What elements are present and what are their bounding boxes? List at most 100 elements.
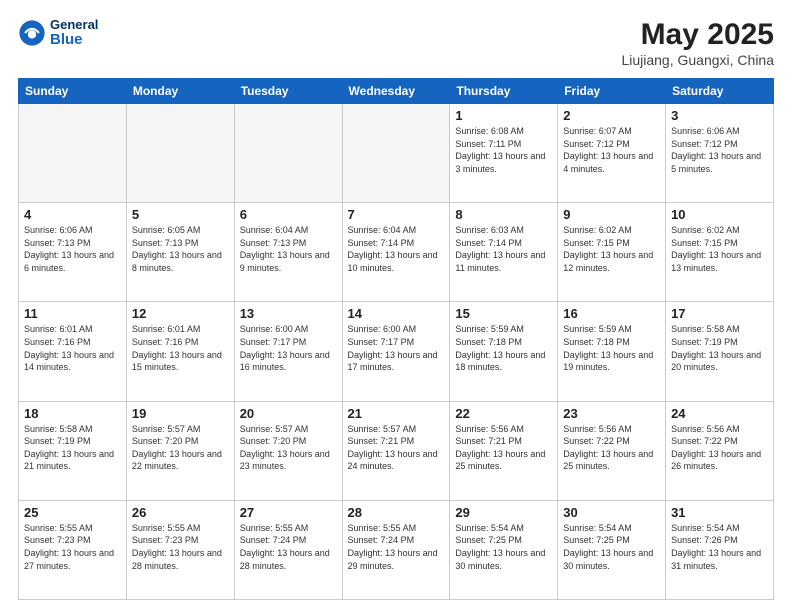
day-info: Sunrise: 6:00 AMSunset: 7:17 PMDaylight:…	[348, 323, 445, 373]
day-number: 31	[671, 505, 768, 520]
calendar-cell-5-3: 27 Sunrise: 5:55 AMSunset: 7:24 PMDayligh…	[234, 500, 342, 599]
calendar-cell-5-1: 25Sunrise: 5:55 AMSunset: 7:23 PMDayligh…	[19, 500, 127, 599]
calendar-cell-2-1: 4Sunrise: 6:06 AMSunset: 7:13 PMDaylight…	[19, 203, 127, 302]
header-monday: Monday	[126, 79, 234, 104]
calendar-cell-3-5: 15 Sunrise: 5:59 AMSunset: 7:18 PMDayligh…	[450, 302, 558, 401]
day-info: Sunrise: 5:57 AMSunset: 7:20 PMDaylight:…	[132, 423, 229, 473]
header-saturday: Saturday	[666, 79, 774, 104]
month-year: May 2025	[621, 18, 774, 52]
header: General Blue May 2025 Liujiang, Guangxi,…	[18, 18, 774, 68]
day-info: Sunrise: 5:56 AMSunset: 7:22 PMDaylight:…	[671, 423, 768, 473]
day-number: 27	[240, 505, 337, 520]
day-info: Sunrise: 5:58 AMSunset: 7:19 PMDaylight:…	[24, 423, 121, 473]
day-info: Sunrise: 5:57 AMSunset: 7:20 PMDaylight:…	[240, 423, 337, 473]
day-info: Sunrise: 5:55 AMSunset: 7:23 PMDaylight:…	[132, 522, 229, 572]
day-info: Sunrise: 6:03 AMSunset: 7:14 PMDaylight:…	[455, 224, 552, 274]
calendar-cell-2-3: 6 Sunrise: 6:04 AMSunset: 7:13 PMDaylight…	[234, 203, 342, 302]
day-number: 14	[348, 306, 445, 321]
day-info: Sunrise: 5:55 AMSunset: 7:24 PMDaylight:…	[348, 522, 445, 572]
calendar-week-1: 1Sunrise: 6:08 AMSunset: 7:11 PMDaylight…	[19, 104, 774, 203]
day-number: 9	[563, 207, 660, 222]
calendar-cell-3-1: 11Sunrise: 6:01 AMSunset: 7:16 PMDayligh…	[19, 302, 127, 401]
day-info: Sunrise: 6:05 AMSunset: 7:13 PMDaylight:…	[132, 224, 229, 274]
calendar-header-row: Sunday Monday Tuesday Wednesday Thursday…	[19, 79, 774, 104]
calendar-table: Sunday Monday Tuesday Wednesday Thursday…	[18, 78, 774, 600]
day-info: Sunrise: 6:06 AMSunset: 7:12 PMDaylight:…	[671, 125, 768, 175]
header-tuesday: Tuesday	[234, 79, 342, 104]
calendar-cell-5-2: 26Sunrise: 5:55 AMSunset: 7:23 PMDayligh…	[126, 500, 234, 599]
day-number: 7	[348, 207, 445, 222]
day-info: Sunrise: 5:57 AMSunset: 7:21 PMDaylight:…	[348, 423, 445, 473]
day-info: Sunrise: 6:00 AMSunset: 7:17 PMDaylight:…	[240, 323, 337, 373]
header-thursday: Thursday	[450, 79, 558, 104]
calendar-week-3: 11Sunrise: 6:01 AMSunset: 7:16 PMDayligh…	[19, 302, 774, 401]
calendar-cell-1-2	[126, 104, 234, 203]
calendar-cell-1-1	[19, 104, 127, 203]
logo: General Blue	[18, 18, 98, 49]
calendar-cell-1-4	[342, 104, 450, 203]
location: Liujiang, Guangxi, China	[621, 52, 774, 68]
day-number: 22	[455, 406, 552, 421]
day-number: 8	[455, 207, 552, 222]
day-info: Sunrise: 5:56 AMSunset: 7:22 PMDaylight:…	[563, 423, 660, 473]
calendar-cell-2-6: 9 Sunrise: 6:02 AMSunset: 7:15 PMDaylight…	[558, 203, 666, 302]
header-wednesday: Wednesday	[342, 79, 450, 104]
calendar-cell-2-4: 7 Sunrise: 6:04 AMSunset: 7:14 PMDaylight…	[342, 203, 450, 302]
day-number: 15	[455, 306, 552, 321]
calendar-cell-3-2: 12Sunrise: 6:01 AMSunset: 7:16 PMDayligh…	[126, 302, 234, 401]
calendar-cell-5-6: 30Sunrise: 5:54 AMSunset: 7:25 PMDayligh…	[558, 500, 666, 599]
day-number: 19	[132, 406, 229, 421]
logo-icon	[18, 19, 46, 47]
calendar-cell-2-5: 8 Sunrise: 6:03 AMSunset: 7:14 PMDaylight…	[450, 203, 558, 302]
calendar-cell-1-7: 3 Sunrise: 6:06 AMSunset: 7:12 PMDaylight…	[666, 104, 774, 203]
calendar-cell-5-7: 31 Sunrise: 5:54 AMSunset: 7:26 PMDayligh…	[666, 500, 774, 599]
day-number: 16	[563, 306, 660, 321]
calendar-cell-1-6: 2 Sunrise: 6:07 AMSunset: 7:12 PMDaylight…	[558, 104, 666, 203]
day-number: 3	[671, 108, 768, 123]
calendar-cell-4-1: 18 Sunrise: 5:58 AMSunset: 7:19 PMDayligh…	[19, 401, 127, 500]
logo-general: General	[50, 18, 98, 32]
day-number: 2	[563, 108, 660, 123]
calendar-cell-1-3	[234, 104, 342, 203]
day-info: Sunrise: 5:59 AMSunset: 7:18 PMDaylight:…	[563, 323, 660, 373]
logo-blue: Blue	[50, 32, 98, 49]
day-number: 12	[132, 306, 229, 321]
calendar-week-2: 4Sunrise: 6:06 AMSunset: 7:13 PMDaylight…	[19, 203, 774, 302]
calendar-cell-5-5: 29Sunrise: 5:54 AMSunset: 7:25 PMDayligh…	[450, 500, 558, 599]
day-info: Sunrise: 5:54 AMSunset: 7:25 PMDaylight:…	[563, 522, 660, 572]
calendar-cell-5-4: 28 Sunrise: 5:55 AMSunset: 7:24 PMDayligh…	[342, 500, 450, 599]
day-number: 18	[24, 406, 121, 421]
day-info: Sunrise: 5:55 AMSunset: 7:23 PMDaylight:…	[24, 522, 121, 572]
header-friday: Friday	[558, 79, 666, 104]
day-info: Sunrise: 6:02 AMSunset: 7:15 PMDaylight:…	[671, 224, 768, 274]
day-number: 10	[671, 207, 768, 222]
day-info: Sunrise: 5:54 AMSunset: 7:26 PMDaylight:…	[671, 522, 768, 572]
calendar-cell-2-2: 5 Sunrise: 6:05 AMSunset: 7:13 PMDaylight…	[126, 203, 234, 302]
calendar-cell-1-5: 1Sunrise: 6:08 AMSunset: 7:11 PMDaylight…	[450, 104, 558, 203]
day-number: 11	[24, 306, 121, 321]
header-sunday: Sunday	[19, 79, 127, 104]
day-info: Sunrise: 6:06 AMSunset: 7:13 PMDaylight:…	[24, 224, 121, 274]
day-info: Sunrise: 5:58 AMSunset: 7:19 PMDaylight:…	[671, 323, 768, 373]
title-block: May 2025 Liujiang, Guangxi, China	[621, 18, 774, 68]
day-number: 28	[348, 505, 445, 520]
calendar-cell-4-4: 21 Sunrise: 5:57 AMSunset: 7:21 PMDayligh…	[342, 401, 450, 500]
day-number: 5	[132, 207, 229, 222]
calendar-cell-4-5: 22 Sunrise: 5:56 AMSunset: 7:21 PMDayligh…	[450, 401, 558, 500]
day-info: Sunrise: 5:55 AMSunset: 7:24 PMDaylight:…	[240, 522, 337, 572]
calendar-cell-4-6: 23 Sunrise: 5:56 AMSunset: 7:22 PMDayligh…	[558, 401, 666, 500]
day-info: Sunrise: 6:02 AMSunset: 7:15 PMDaylight:…	[563, 224, 660, 274]
day-number: 13	[240, 306, 337, 321]
calendar-week-4: 18 Sunrise: 5:58 AMSunset: 7:19 PMDayligh…	[19, 401, 774, 500]
day-number: 23	[563, 406, 660, 421]
day-number: 24	[671, 406, 768, 421]
calendar-cell-3-7: 17Sunrise: 5:58 AMSunset: 7:19 PMDayligh…	[666, 302, 774, 401]
calendar-cell-4-7: 24 Sunrise: 5:56 AMSunset: 7:22 PMDayligh…	[666, 401, 774, 500]
day-info: Sunrise: 6:07 AMSunset: 7:12 PMDaylight:…	[563, 125, 660, 175]
day-info: Sunrise: 5:59 AMSunset: 7:18 PMDaylight:…	[455, 323, 552, 373]
day-info: Sunrise: 6:04 AMSunset: 7:13 PMDaylight:…	[240, 224, 337, 274]
day-info: Sunrise: 6:04 AMSunset: 7:14 PMDaylight:…	[348, 224, 445, 274]
day-info: Sunrise: 5:56 AMSunset: 7:21 PMDaylight:…	[455, 423, 552, 473]
day-number: 6	[240, 207, 337, 222]
day-number: 21	[348, 406, 445, 421]
